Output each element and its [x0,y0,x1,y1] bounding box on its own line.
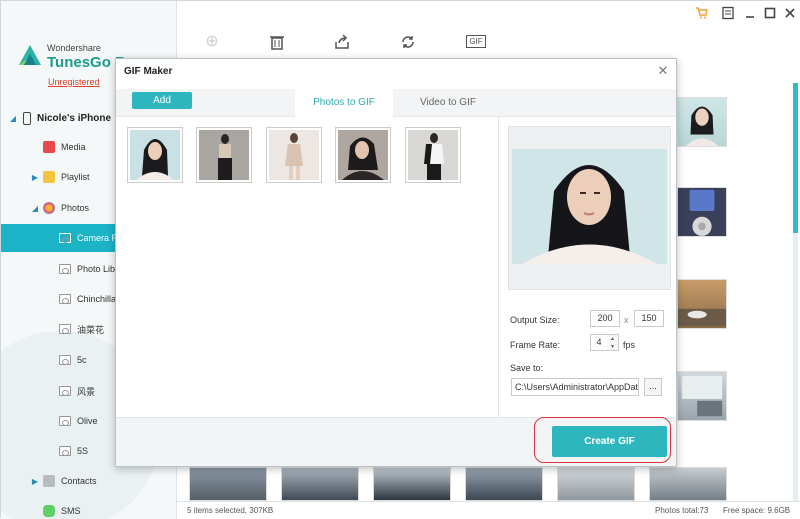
frame-rate-input[interactable]: 4 [590,334,608,351]
unregistered-link[interactable]: Unregistered [48,77,100,87]
photo-thumbnail[interactable] [373,467,451,501]
frame-rate-label: Frame Rate: [510,340,561,350]
sidebar-item-label: Camera R [77,233,119,243]
gif-icon-label: GIF [466,35,486,48]
album-icon [59,294,71,304]
close-icon[interactable]: ✕ [656,63,670,79]
sidebar-item-contacts[interactable]: ▶ Contacts [1,467,176,495]
selected-photos [116,117,499,417]
tab-video-to-gif[interactable]: Video to GIF [399,89,497,117]
sidebar-item-label: Chinchillas [77,294,121,304]
status-bar: 5 items selected, 307KB Photos total:73 … [177,501,800,519]
photo-thumbnail[interactable] [557,467,635,501]
expand-down-icon[interactable]: ◢ [29,204,41,213]
sidebar-item-label: Photo Libr [77,264,119,274]
width-input[interactable]: 200 [590,310,620,327]
save-to-label: Save to: [510,363,544,373]
fps-label: fps [623,340,636,350]
output-size-label: Output Size: [510,315,560,325]
album-icon [59,264,71,274]
frame-rate-stepper[interactable]: ▲ ▼ [607,334,619,351]
selection-status: 5 items selected, 307KB [187,506,274,515]
toolbar: ⊕ GIF [177,1,800,59]
add-button[interactable]: Add [132,92,192,109]
photo-thumbnail[interactable] [189,467,267,501]
album-icon [59,446,71,456]
photo-thumbnail[interactable] [335,127,391,183]
photo-thumbnail[interactable] [677,97,727,147]
preview-image [512,149,667,264]
height-input[interactable]: 150 [634,310,664,327]
sidebar-item-label: 油菜花 [77,324,105,335]
stepper-up-icon[interactable]: ▲ [607,335,618,343]
tab-photos-to-gif[interactable]: Photos to GIF [295,89,393,117]
sidebar-item-label: Media [61,142,86,152]
album-icon [59,386,71,396]
tunesgo-logo-icon [19,45,41,65]
photo-thumbnail[interactable] [127,127,183,183]
photo-thumbnail[interactable] [677,371,727,421]
sidebar-item-label: 5S [77,446,89,456]
album-icon [59,355,71,365]
save-path-field[interactable]: C:\Users\Administrator\AppData\ [511,378,639,396]
expand-right-icon[interactable]: ▶ [29,477,41,486]
add-icon[interactable]: ⊕ [201,31,223,53]
browse-button[interactable]: ... [644,378,662,396]
photo-thumbnail[interactable] [677,279,727,329]
device-name: Nicole's iPhone [37,112,112,124]
photo-thumbnail[interactable] [649,467,727,501]
album-icon [59,324,71,334]
delete-icon[interactable] [266,31,288,53]
sms-icon [43,505,55,517]
gif-maker-icon[interactable]: GIF [463,31,489,53]
minimize-icon[interactable] [743,6,757,20]
feedback-icon[interactable] [721,6,735,20]
gif-maker-dialog: GIF Maker ✕ Add Photos to GIF Video to G… [115,58,677,467]
photo-thumbnail[interactable] [677,187,727,237]
photo-thumbnail[interactable] [405,127,461,183]
cart-icon[interactable] [695,6,709,20]
create-gif-button[interactable]: Create GIF [552,426,667,457]
scrollbar[interactable] [793,83,798,503]
stepper-down-icon[interactable]: ▼ [607,343,618,351]
photo-thumbnail[interactable] [196,127,252,183]
free-space: Free space: 9.6GB [723,506,791,515]
app-window: Wondershare TunesGo Re Unregistered ◢ Ni… [0,0,800,519]
photo-thumbnail[interactable] [465,467,543,501]
size-separator: x [624,315,629,325]
photos-total: Photos total:73 [655,506,709,515]
photos-icon [43,202,55,214]
expand-down-icon[interactable]: ◢ [7,114,19,123]
playlist-icon [43,171,55,183]
sidebar-item-label: SMS [61,506,81,516]
close-window-icon[interactable] [783,6,797,20]
brand-company: Wondershare [47,43,101,53]
dialog-title: GIF Maker [124,66,173,77]
camera-icon [59,233,71,243]
sidebar-item-label: Playlist [61,172,90,182]
export-icon[interactable] [331,31,353,53]
music-icon [43,141,55,153]
sidebar-item-label: Photos [61,203,90,213]
sidebar-item-sms[interactable]: SMS [1,497,176,519]
sidebar-item-label: 风景 [77,386,96,397]
album-icon [59,416,71,426]
sidebar-item-label: 5c [77,355,87,365]
sidebar-item-label: Olive [77,416,98,426]
contacts-icon [43,475,55,487]
refresh-icon[interactable] [397,31,419,53]
expand-right-icon[interactable]: ▶ [29,173,41,182]
phone-icon [23,111,31,125]
tab-bar: Add Photos to GIF Video to GIF [116,89,676,117]
sidebar-item-label: Contacts [61,476,97,486]
gif-preview [508,126,671,290]
maximize-icon[interactable] [763,6,777,20]
photo-thumbnail[interactable] [266,127,322,183]
photo-thumbnail[interactable] [281,467,359,501]
